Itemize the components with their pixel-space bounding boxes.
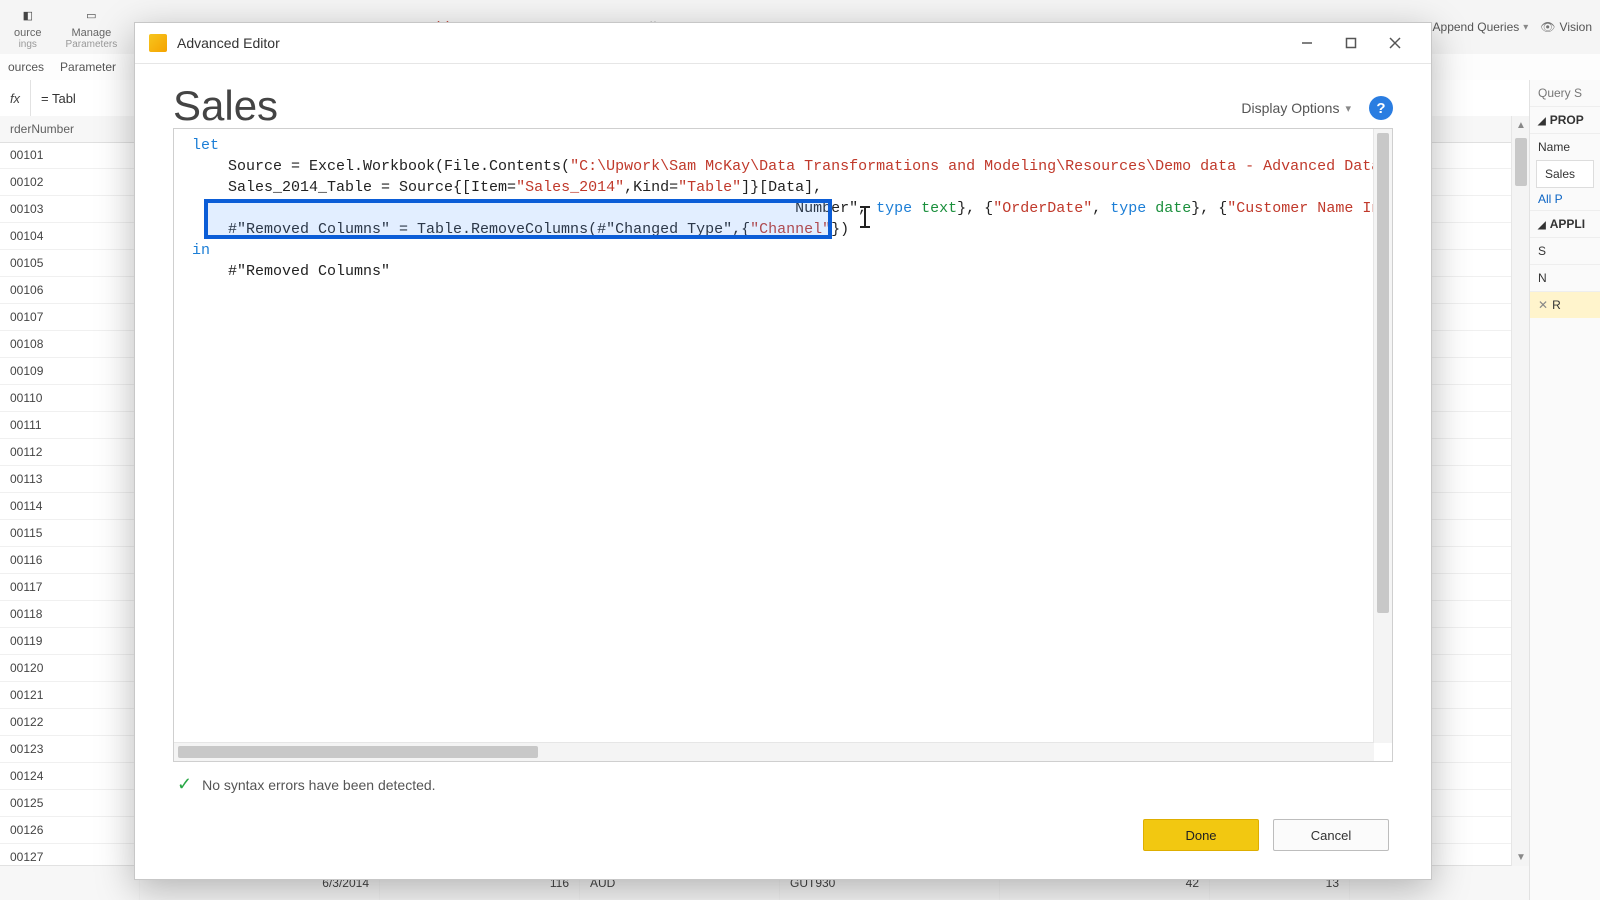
table-cell: 00104 <box>0 223 140 249</box>
database-icon: ◧ <box>17 5 39 27</box>
applied-step[interactable]: S <box>1530 237 1600 264</box>
scroll-up-icon[interactable]: ▲ <box>1512 116 1530 134</box>
bg-vertical-scrollbar[interactable]: ▲ ▼ <box>1511 116 1530 866</box>
table-cell: 00113 <box>0 466 140 492</box>
table-cell: 00111 <box>0 412 140 438</box>
ribbon-group-source[interactable]: ◧ ource ings <box>8 3 48 52</box>
table-cell: 00124 <box>0 763 140 789</box>
ribbon-vision[interactable]: 👁 Vision <box>1540 20 1592 34</box>
window-close-button[interactable] <box>1373 27 1417 59</box>
table-cell: 00107 <box>0 304 140 330</box>
window-minimize-button[interactable] <box>1285 27 1329 59</box>
table-cell: 00103 <box>0 196 140 222</box>
eye-icon: 👁 <box>1540 20 1555 34</box>
display-options-label: Display Options <box>1241 100 1339 116</box>
done-button[interactable]: Done <box>1143 819 1259 851</box>
powerbi-logo-icon <box>149 34 167 52</box>
table-cell: 00117 <box>0 574 140 600</box>
table-cell: 00119 <box>0 628 140 654</box>
collapse-icon[interactable]: ◢ <box>1538 220 1546 231</box>
applied-step[interactable]: N <box>1530 264 1600 291</box>
ribbon-label: Manage <box>71 27 111 39</box>
table-cell: 00115 <box>0 520 140 546</box>
dialog-title: Advanced Editor <box>177 35 1285 51</box>
chevron-down-icon: ▾ <box>1345 102 1351 115</box>
syntax-status: ✓ No syntax errors have been detected. <box>173 762 1393 797</box>
table-cell: 00109 <box>0 358 140 384</box>
ribbon-append-queries[interactable]: ⧉ Append Queries ▾ <box>1420 20 1528 35</box>
ribbon-group-parameters[interactable]: ▭ Manage Parameters <box>60 3 124 52</box>
panel-title: Query S <box>1530 80 1600 106</box>
scroll-thumb[interactable] <box>1515 138 1527 186</box>
scroll-thumb[interactable] <box>1377 133 1389 613</box>
editor-horizontal-scrollbar[interactable] <box>174 742 1374 761</box>
table-cell: 00101 <box>0 142 140 168</box>
all-properties-link[interactable]: All P <box>1530 188 1600 210</box>
advanced-editor-dialog: Advanced Editor Sales Display Options ▾ <box>134 22 1432 880</box>
table-cell: 00102 <box>0 169 140 195</box>
parameter-icon: ▭ <box>80 5 102 27</box>
panel-section-properties: ◢PROP <box>1530 106 1600 133</box>
table-cell: 00118 <box>0 601 140 627</box>
display-options-dropdown[interactable]: Display Options ▾ <box>1241 100 1351 116</box>
table-cell: 00106 <box>0 277 140 303</box>
table-cell: 00126 <box>0 817 140 843</box>
window-maximize-button[interactable] <box>1329 27 1373 59</box>
ribbon-label: ource <box>14 27 42 39</box>
ribbon-text: Append Queries <box>1433 20 1520 34</box>
table-cell: 00114 <box>0 493 140 519</box>
table-cell: 00123 <box>0 736 140 762</box>
check-icon: ✓ <box>177 774 192 795</box>
bg-tab[interactable]: Parameter <box>60 60 116 74</box>
table-cell: 00116 <box>0 547 140 573</box>
table-cell: 00108 <box>0 331 140 357</box>
table-cell: 00120 <box>0 655 140 681</box>
syntax-status-text: No syntax errors have been detected. <box>202 777 435 793</box>
ribbon-sublabel: Parameters <box>66 39 118 50</box>
fx-icon[interactable]: fx <box>0 80 31 116</box>
cancel-button[interactable]: Cancel <box>1273 819 1389 851</box>
panel-label-name: Name <box>1530 133 1600 160</box>
help-icon[interactable]: ? <box>1369 96 1393 120</box>
scroll-down-icon[interactable]: ▼ <box>1512 848 1530 866</box>
applied-step-selected[interactable]: ✕R <box>1530 291 1600 318</box>
dialog-title-bar: Advanced Editor <box>135 23 1431 64</box>
ribbon-sublabel: ings <box>19 39 37 50</box>
panel-section-applied-steps: ◢APPLI <box>1530 210 1600 237</box>
table-cell: 00127 <box>0 844 140 866</box>
collapse-icon[interactable]: ◢ <box>1538 116 1546 127</box>
table-cell: 00125 <box>0 790 140 816</box>
table-cell: 00110 <box>0 385 140 411</box>
scroll-thumb[interactable] <box>178 746 538 758</box>
table-cell: 00122 <box>0 709 140 735</box>
table-cell: 00121 <box>0 682 140 708</box>
ribbon-text: Vision <box>1560 20 1592 34</box>
table-cell: 00112 <box>0 439 140 465</box>
chevron-down-icon: ▾ <box>1523 22 1528 33</box>
column-header-ordernumber[interactable]: rderNumber <box>0 116 140 142</box>
table-cell: 00105 <box>0 250 140 276</box>
bg-cell <box>0 866 140 900</box>
text-cursor-icon <box>864 207 866 227</box>
bg-tab[interactable]: ources <box>8 60 44 74</box>
query-settings-panel: Query S ◢PROP Name Sales All P ◢APPLI S … <box>1529 80 1600 900</box>
code-editor[interactable]: let Source = Excel.Workbook(File.Content… <box>173 128 1393 762</box>
delete-step-icon[interactable]: ✕ <box>1538 298 1548 312</box>
query-name-input[interactable]: Sales <box>1536 160 1594 188</box>
editor-vertical-scrollbar[interactable] <box>1373 129 1392 743</box>
